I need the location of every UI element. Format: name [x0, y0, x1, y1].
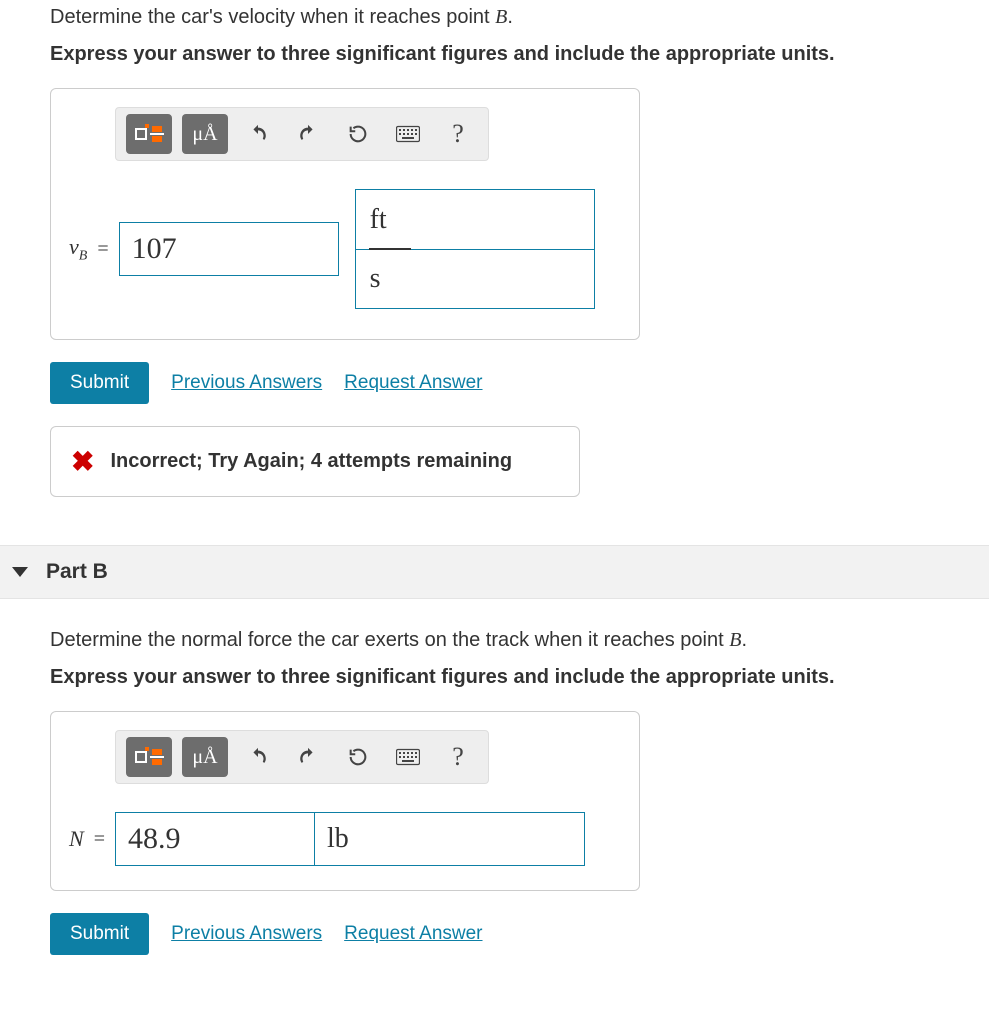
- value-input[interactable]: [115, 812, 315, 866]
- part-a-answer-row: vB = ft s: [69, 189, 621, 309]
- unit-input[interactable]: ft s: [355, 189, 595, 309]
- part-a-answer-box: μÅ ? vB =: [50, 88, 640, 340]
- part-b-header[interactable]: Part B: [0, 545, 989, 599]
- unit-denominator[interactable]: s: [355, 249, 595, 309]
- request-answer-link[interactable]: Request Answer: [344, 372, 482, 394]
- part-b-toolbar: μÅ ?: [115, 730, 489, 784]
- part-b-answer-row: N = lb: [69, 812, 621, 866]
- previous-answers-link[interactable]: Previous Answers: [171, 372, 322, 394]
- part-a-actions: Submit Previous Answers Request Answer: [50, 362, 939, 404]
- keyboard-button[interactable]: [388, 737, 428, 777]
- undo-button[interactable]: [238, 737, 278, 777]
- part-b-question: Determine the normal force the car exert…: [50, 629, 939, 652]
- feedback-text: Incorrect; Try Again; 4 attempts remaini…: [110, 450, 512, 473]
- redo-button[interactable]: [288, 114, 328, 154]
- var-label: vB: [69, 234, 87, 264]
- reset-button[interactable]: [338, 737, 378, 777]
- equals-sign: =: [94, 828, 105, 851]
- part-b-actions: Submit Previous Answers Request Answer: [50, 913, 939, 955]
- special-chars-button[interactable]: μÅ: [182, 114, 228, 154]
- help-button[interactable]: ?: [438, 114, 478, 154]
- unit-input[interactable]: lb: [315, 812, 585, 866]
- help-button[interactable]: ?: [438, 737, 478, 777]
- request-answer-link[interactable]: Request Answer: [344, 923, 482, 945]
- submit-button[interactable]: Submit: [50, 362, 149, 404]
- value-input[interactable]: [119, 222, 339, 276]
- unit-numerator[interactable]: ft: [355, 189, 595, 249]
- feedback-box: ✖ Incorrect; Try Again; 4 attempts remai…: [50, 426, 580, 497]
- fraction-bar: [369, 248, 411, 250]
- reset-button[interactable]: [338, 114, 378, 154]
- redo-button[interactable]: [288, 737, 328, 777]
- part-a-question: Determine the car's velocity when it rea…: [50, 6, 939, 29]
- previous-answers-link[interactable]: Previous Answers: [171, 923, 322, 945]
- undo-button[interactable]: [238, 114, 278, 154]
- var-label: N: [69, 826, 84, 852]
- part-a-instruction: Express your answer to three significant…: [50, 43, 939, 66]
- submit-button[interactable]: Submit: [50, 913, 149, 955]
- part-b-instruction: Express your answer to three significant…: [50, 666, 939, 689]
- keyboard-button[interactable]: [388, 114, 428, 154]
- collapse-caret-icon[interactable]: [12, 567, 28, 577]
- part-a-toolbar: μÅ ?: [115, 107, 489, 161]
- templates-button[interactable]: [126, 114, 172, 154]
- incorrect-icon: ✖: [71, 445, 94, 478]
- templates-button[interactable]: [126, 737, 172, 777]
- part-b-answer-box: μÅ ? N =: [50, 711, 640, 891]
- equals-sign: =: [97, 238, 108, 261]
- special-chars-button[interactable]: μÅ: [182, 737, 228, 777]
- part-b-title: Part B: [46, 560, 108, 584]
